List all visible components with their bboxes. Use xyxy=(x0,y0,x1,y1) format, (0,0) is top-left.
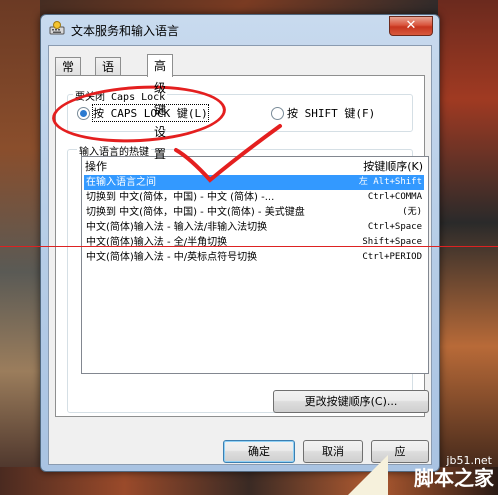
tab-advanced-key-settings[interactable]: 高级键设置 xyxy=(147,54,174,161)
watermark-corner xyxy=(348,455,388,495)
hotkey-key: Ctrl+COMMA xyxy=(367,192,422,202)
window-title: 文本服务和输入语言 xyxy=(71,24,180,38)
hotkey-action: 中文(简体)输入法 - 输入法/非输入法切换 xyxy=(86,222,268,233)
background-art-left xyxy=(0,0,40,495)
column-header-key[interactable]: 按键顺序(K) xyxy=(363,158,423,174)
ok-button[interactable]: 确定 xyxy=(223,440,295,463)
keyboard-icon xyxy=(49,21,65,35)
annotation-line xyxy=(0,246,498,247)
background-art-right xyxy=(438,0,498,495)
hotkey-action: 在输入语言之间 xyxy=(86,177,156,188)
hotkey-row[interactable]: 中文(简体)输入法 - 全/半角切换 Shift+Space xyxy=(84,235,424,250)
hotkey-row[interactable]: 中文(简体)输入法 - 输入法/非输入法切换 Ctrl+Space xyxy=(84,220,424,235)
change-key-sequence-button[interactable]: 更改按键顺序(C)... xyxy=(273,390,429,413)
shift-radio-label[interactable]: 按 SHIFT 键(F) xyxy=(287,105,375,121)
hotkey-key: Ctrl+PERIOD xyxy=(362,252,422,262)
close-button[interactable]: ✕ xyxy=(389,16,433,36)
hotkey-action: 中文(简体)输入法 - 全/半角切换 xyxy=(86,237,228,248)
shift-radio[interactable] xyxy=(271,107,284,120)
tab-general[interactable]: 常规 xyxy=(55,57,82,92)
tab-language-bar[interactable]: 语言栏 xyxy=(95,57,122,110)
column-header-action[interactable]: 操作 xyxy=(85,158,107,174)
hotkey-key: Ctrl+Space xyxy=(367,222,422,232)
hotkey-row[interactable]: 中文(简体)输入法 - 中/英标点符号切换 Ctrl+PERIOD xyxy=(84,250,424,265)
dialog-window: 文本服务和输入语言 ✕ 常规 语言栏 高级键设置 要关闭 Caps Lock 按… xyxy=(40,14,440,472)
hotkey-key: 左 Alt+Shift xyxy=(358,177,422,187)
title-bar[interactable]: 文本服务和输入语言 ✕ xyxy=(41,15,439,43)
close-icon: ✕ xyxy=(405,18,417,33)
hotkey-key: Shift+Space xyxy=(362,237,422,247)
annotation-check-mark xyxy=(174,124,282,183)
watermark-name: 脚本之家 xyxy=(414,466,494,490)
hotkey-key: (无) xyxy=(402,207,422,217)
watermark: jb51.net 脚本之家 xyxy=(348,445,498,495)
hotkey-action: 中文(简体)输入法 - 中/英标点符号切换 xyxy=(86,252,258,263)
